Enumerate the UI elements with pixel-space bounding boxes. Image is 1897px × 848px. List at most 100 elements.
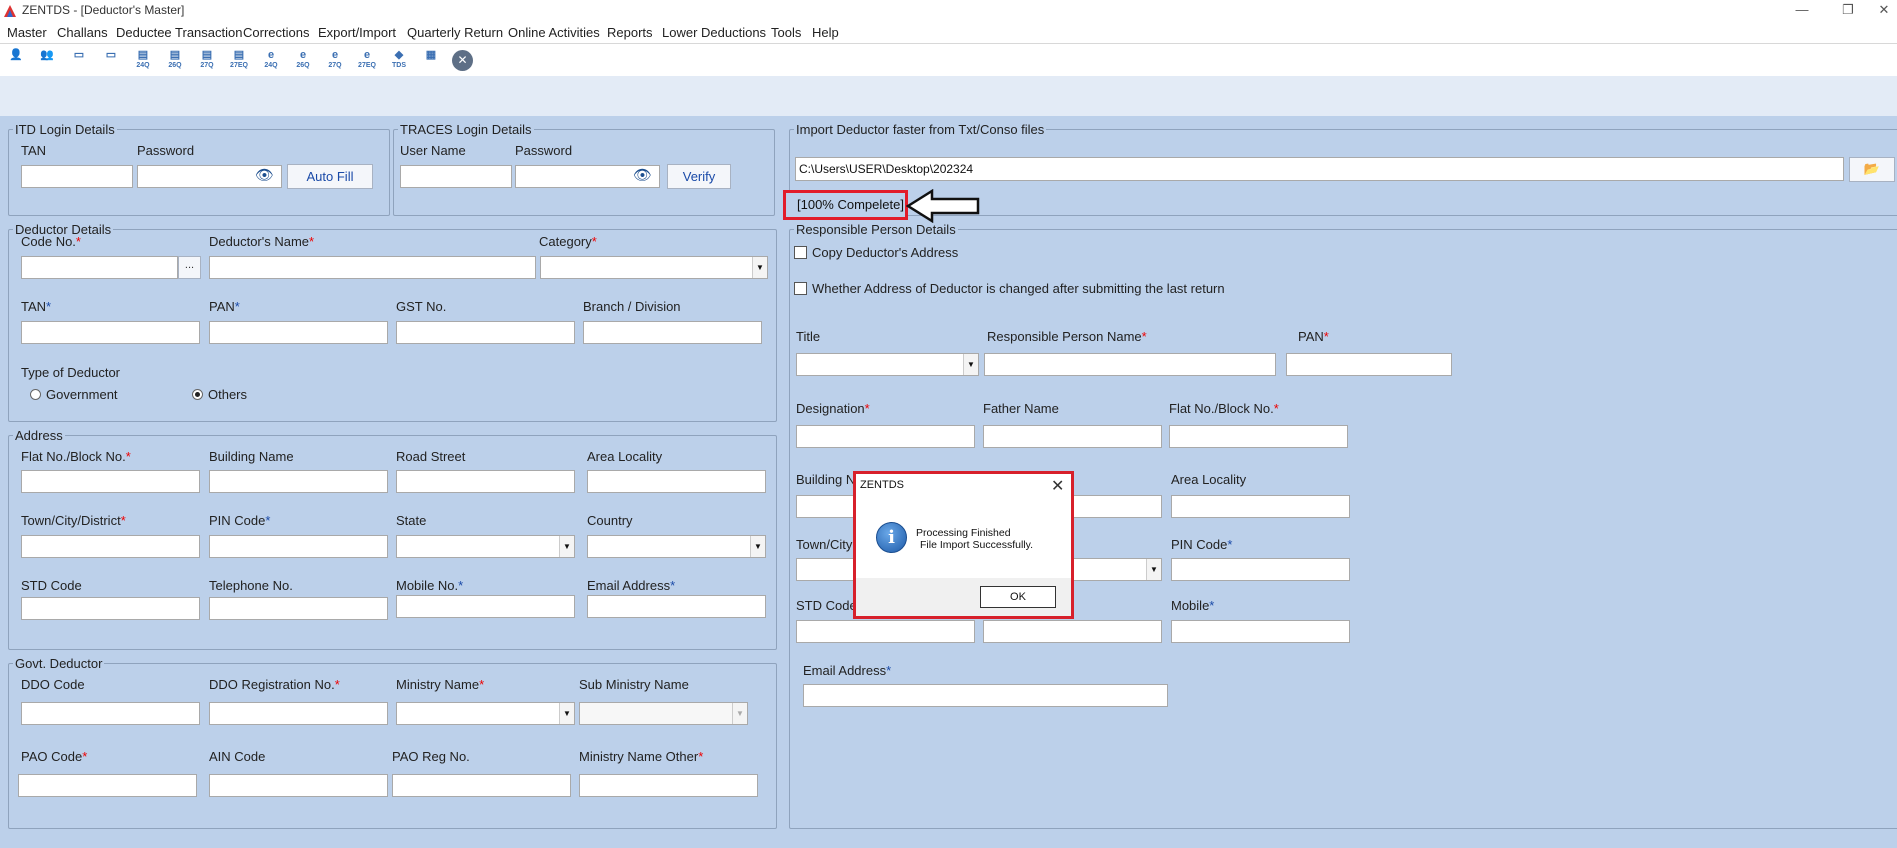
rp-title-select[interactable]: ▼ (796, 353, 979, 376)
area-locality-input[interactable] (587, 470, 766, 493)
category-select[interactable]: ▼ (540, 256, 768, 279)
email-address-label: Email Address (587, 578, 675, 593)
flat-block-input[interactable] (21, 470, 200, 493)
menu-reports[interactable]: Reports (607, 25, 653, 40)
rp-pin-input[interactable] (1171, 558, 1350, 581)
toolbar-button-e27q[interactable]: e 27Q (323, 48, 347, 74)
deductor-name-input[interactable] (209, 256, 536, 279)
std-code-input[interactable] (21, 597, 200, 620)
father-name-input[interactable] (983, 425, 1162, 448)
rp-std-input[interactable] (796, 620, 975, 643)
menu-online-activities[interactable]: Online Activities (508, 25, 600, 40)
pao-code-input[interactable] (18, 774, 197, 797)
pin-code-input[interactable] (209, 535, 388, 558)
rp-email-label: Email Address (803, 663, 891, 678)
ddo-registration-input[interactable] (209, 702, 388, 725)
minimize-button[interactable]: — (1784, 0, 1820, 22)
toolbar-button-user-form2[interactable]: ▭ (99, 48, 123, 74)
toolbar-button-24q[interactable]: ▤ 24Q (131, 48, 155, 74)
menu-export-import[interactable]: Export/Import (318, 25, 396, 40)
sub-ministry-select[interactable]: ▼ (579, 702, 748, 725)
ministry-name-select[interactable]: ▼ (396, 702, 575, 725)
responsible-person-legend: Responsible Person Details (796, 222, 956, 237)
info-icon: i (876, 522, 907, 553)
telephone-input[interactable] (209, 597, 388, 620)
rp-pin-label: PIN Code (1171, 537, 1232, 552)
ok-button[interactable]: OK (980, 586, 1056, 608)
close-form-icon[interactable]: ✕ (452, 50, 473, 71)
itd-login-legend: ITD Login Details (15, 122, 115, 137)
rp-mobile-input[interactable] (1171, 620, 1350, 643)
menu-master[interactable]: Master (7, 25, 47, 40)
ribbon-strip (0, 76, 1897, 116)
verify-button[interactable]: Verify (667, 164, 731, 189)
menu-corrections[interactable]: Corrections (243, 25, 309, 40)
menu-lower-deductions[interactable]: Lower Deductions (662, 25, 766, 40)
user-form2-icon: ▭ (105, 49, 117, 61)
toolbar-button-27q[interactable]: ▤ 27Q (195, 48, 219, 74)
itd-show-password-icon[interactable]: 👁 (255, 166, 274, 184)
toolbar-button-27eq[interactable]: ▤ 27EQ (227, 48, 251, 74)
toolbar-button-report[interactable]: ▦ (419, 48, 443, 74)
toolbar-button-deductees[interactable]: 👥 (35, 48, 59, 74)
town-city-label: Town/City/District (21, 513, 126, 528)
building-name-input[interactable] (209, 470, 388, 493)
close-window-button[interactable]: ✕ (1866, 0, 1897, 22)
code-no-input[interactable] (21, 256, 178, 279)
traces-show-password-icon[interactable]: 👁 (633, 166, 652, 184)
rp-name-input[interactable] (984, 353, 1276, 376)
rp-flat-input[interactable] (1169, 425, 1348, 448)
browse-folder-icon[interactable]: 📂 (1849, 157, 1895, 182)
restore-button[interactable]: ❐ (1830, 0, 1866, 22)
area-locality-label: Area Locality (587, 449, 663, 464)
menu-deductee-transaction[interactable]: Deductee Transaction (116, 25, 242, 40)
rp-title-label: Title (796, 329, 821, 344)
deductor-pan-input[interactable] (209, 321, 388, 344)
auto-fill-button[interactable]: Auto Fill (287, 164, 373, 189)
country-select[interactable]: ▼ (587, 535, 766, 558)
rp-email-input[interactable] (803, 684, 1168, 707)
mobile-no-input[interactable] (396, 595, 575, 618)
pao-reg-input[interactable] (392, 774, 571, 797)
chevron-down-icon: ▼ (732, 703, 747, 724)
form-27q-icon: ▤ (201, 49, 213, 61)
menu-quarterly-return[interactable]: Quarterly Return (407, 25, 503, 40)
itd-tan-input[interactable] (21, 165, 133, 188)
message-dialog: ZENTDS ✕ i Processing Finished File Impo… (853, 471, 1074, 619)
government-radio[interactable] (30, 389, 41, 400)
toolbar-button-user-form[interactable]: ▭ (67, 48, 91, 74)
rp-pan-input[interactable] (1286, 353, 1452, 376)
town-city-input[interactable] (21, 535, 200, 558)
type-of-deductor-label: Type of Deductor (21, 365, 120, 380)
toolbar-button-tds[interactable]: ◆ TDS (387, 48, 411, 74)
rp-telephone-input[interactable] (983, 620, 1162, 643)
menu-tools[interactable]: Tools (771, 25, 801, 40)
traces-username-input[interactable] (400, 165, 512, 188)
others-radio[interactable] (192, 389, 203, 400)
email-address-input[interactable] (587, 595, 766, 618)
code-lookup-button[interactable]: ... (178, 256, 201, 279)
road-street-input[interactable] (396, 470, 575, 493)
ddo-code-input[interactable] (21, 702, 200, 725)
toolbar-button-e27eq[interactable]: e 27EQ (355, 48, 379, 74)
toolbar-button-deductor[interactable]: 👤 (4, 48, 28, 74)
deductor-tan-input[interactable] (21, 321, 200, 344)
address-changed-label: Whether Address of Deductor is changed a… (812, 281, 1225, 296)
rp-area-input[interactable] (1171, 495, 1350, 518)
toolbar-button-e24q[interactable]: e 24Q (259, 48, 283, 74)
branch-division-input[interactable] (583, 321, 762, 344)
ministry-other-input[interactable] (579, 774, 758, 797)
import-path-input[interactable]: C:\Users\USER\Desktop\202324 (795, 157, 1844, 181)
address-changed-checkbox[interactable] (794, 282, 807, 295)
ain-code-input[interactable] (209, 774, 388, 797)
menu-challans[interactable]: Challans (57, 25, 108, 40)
dialog-close-icon[interactable]: ✕ (1051, 476, 1064, 496)
toolbar-button-e26q[interactable]: e 26Q (291, 48, 315, 74)
menu-help[interactable]: Help (812, 25, 839, 40)
toolbar-button-26q[interactable]: ▤ 26Q (163, 48, 187, 74)
gst-no-input[interactable] (396, 321, 575, 344)
category-label: Category (539, 234, 597, 249)
copy-address-checkbox[interactable] (794, 246, 807, 259)
state-select[interactable]: ▼ (396, 535, 575, 558)
designation-input[interactable] (796, 425, 975, 448)
